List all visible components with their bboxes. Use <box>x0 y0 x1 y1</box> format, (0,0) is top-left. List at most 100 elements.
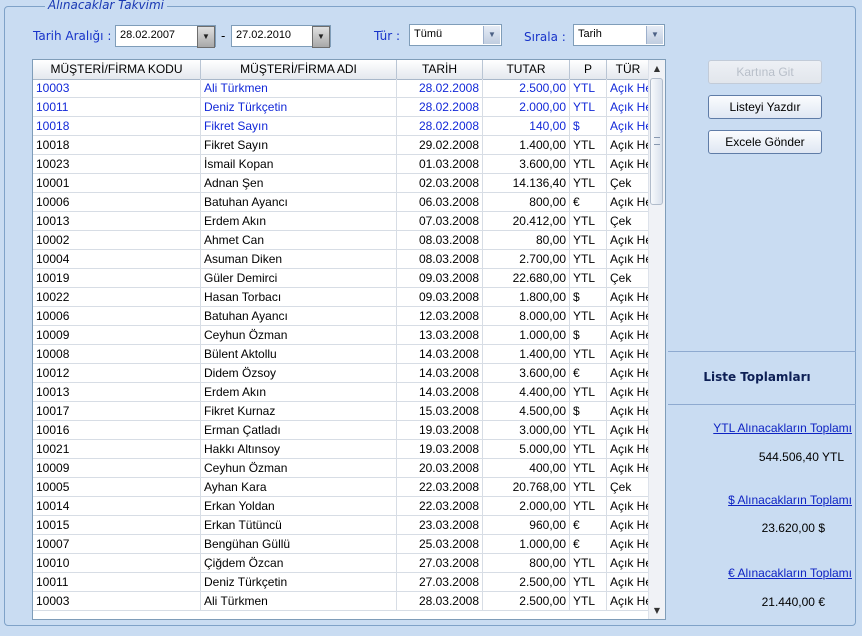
cell-name: Fikret Sayın <box>201 117 397 135</box>
cell-name: Deniz Türkçetin <box>201 98 397 116</box>
table-row[interactable]: 10013 Erdem Akın 07.03.2008 20.412,00 YTL Çek <box>33 212 650 231</box>
table-row[interactable]: 10011 Deniz Türkçetin 28.02.2008 2.000,00 YT… <box>33 98 650 117</box>
eur-total-link[interactable]: € Alınacakların Toplamı <box>668 566 852 580</box>
cell-amount: 3.600,00 <box>483 155 570 173</box>
table-row[interactable]: 10017 Fikret Kurnaz 15.03.2008 4.500,00 $ Açı… <box>33 402 650 421</box>
cell-name: Batuhan Ayancı <box>201 307 397 325</box>
cell-cur: YTL <box>570 269 607 287</box>
cell-cur: YTL <box>570 155 607 173</box>
table-row[interactable]: 10023 İsmail Kopan 01.03.2008 3.600,00 YTL Aç… <box>33 155 650 174</box>
receivables-table[interactable]: MÜŞTERİ/FİRMA KODU MÜŞTERİ/FİRMA ADI TAR… <box>32 59 666 620</box>
vertical-scrollbar[interactable]: ▲ ▼ <box>648 60 665 619</box>
cell-cur: € <box>570 193 607 211</box>
table-row[interactable]: 10019 Güler Demirci 09.03.2008 22.680,00 YTL… <box>33 269 650 288</box>
cell-code: 10003 <box>33 79 201 97</box>
table-row[interactable]: 10004 Asuman Diken 08.03.2008 2.700,00 YTL Aç… <box>33 250 650 269</box>
usd-total-value: 23.620,00 $ <box>761 521 825 535</box>
table-row[interactable]: 10018 Fikret Sayın 28.02.2008 140,00 $ Açık H… <box>33 117 650 136</box>
ytl-total-link[interactable]: YTL Alınacakların Toplamı <box>668 421 852 435</box>
table-row[interactable]: 10003 Ali Türkmen 28.03.2008 2.500,00 YTL Açı… <box>33 592 650 611</box>
date-from-picker[interactable]: 28.02.2007 ▼ <box>115 25 216 48</box>
cell-date: 06.03.2008 <box>397 193 483 211</box>
table-row[interactable]: 10018 Fikret Sayın 29.02.2008 1.400,00 YTL Aç… <box>33 136 650 155</box>
table-row[interactable]: 10009 Ceyhun Özman 20.03.2008 400,00 YTL Açık… <box>33 459 650 478</box>
table-row[interactable]: 10016 Erman Çatladı 19.03.2008 3.000,00 YTL A… <box>33 421 650 440</box>
cell-type: Açık Hesap <box>607 117 650 135</box>
cell-code: 10018 <box>33 117 201 135</box>
cell-code: 10021 <box>33 440 201 458</box>
cell-type: Açık Hesap <box>607 516 650 534</box>
table-row[interactable]: 10002Ahmet Can08.03.200880,00YTLAçık Hes… <box>33 231 650 250</box>
arrow-up-icon[interactable]: ▲ <box>649 60 665 77</box>
cell-name: Fikret Sayın <box>201 136 397 154</box>
cell-amount: 1.400,00 <box>483 345 570 363</box>
cell-amount: 960,00 <box>483 516 570 534</box>
cell-date: 28.03.2008 <box>397 592 483 610</box>
table-row[interactable]: 10009 Ceyhun Özman 13.03.2008 1.000,00 $ Açık… <box>33 326 650 345</box>
scroll-thumb[interactable] <box>650 78 663 205</box>
cell-name: Fikret Kurnaz <box>201 402 397 420</box>
table-row[interactable]: 10006 Batuhan Ayancı 06.03.2008 800,00 € Açık… <box>33 193 650 212</box>
summary-divider-top <box>668 351 856 352</box>
cell-type: Açık Hesap <box>607 535 650 553</box>
cell-code: 10006 <box>33 193 201 211</box>
cell-type: Açık Hesap <box>607 497 650 515</box>
table-row[interactable]: 10014 Erkan Yoldan 22.03.2008 2.000,00 YTL Aç… <box>33 497 650 516</box>
type-label: Tür : <box>374 29 401 43</box>
cell-code: 10008 <box>33 345 201 363</box>
table-row[interactable]: 10001 Adnan Şen 02.03.2008 14.136,40 YTL Çek <box>33 174 650 193</box>
summary-title: Liste Toplamları <box>703 370 811 384</box>
export-excel-button[interactable]: Excele Gönder <box>708 130 822 154</box>
header-code[interactable]: MÜŞTERİ/FİRMA KODU <box>33 60 201 79</box>
table-row[interactable]: 10010 Çiğdem Özcan 27.03.2008 800,00 YTL Açık… <box>33 554 650 573</box>
cell-cur: YTL <box>570 478 607 496</box>
usd-total-link[interactable]: $ Alınacakların Toplamı <box>668 493 852 507</box>
cell-type: Açık Hesap <box>607 440 650 458</box>
cell-cur: YTL <box>570 136 607 154</box>
table-row[interactable]: 10021 Hakkı Altınsoy 19.03.2008 5.000,00 YTL… <box>33 440 650 459</box>
date-separator: - <box>221 29 226 43</box>
cell-name: Adnan Şen <box>201 174 397 192</box>
cell-date: 25.03.2008 <box>397 535 483 553</box>
table-row[interactable]: 10013 Erdem Akın 14.03.2008 4.400,00 YTL Açık… <box>33 383 650 402</box>
cell-cur: YTL <box>570 174 607 192</box>
date-to-picker[interactable]: 27.02.2010 ▼ <box>231 25 331 48</box>
chevron-down-icon[interactable]: ▼ <box>483 26 500 44</box>
date-from-value: 28.02.2007 <box>120 29 176 41</box>
cell-amount: 400,00 <box>483 459 570 477</box>
cell-code: 10001 <box>33 174 201 192</box>
cell-code: 10016 <box>33 421 201 439</box>
header-currency[interactable]: P <box>570 60 607 79</box>
cell-type: Açık Hesap <box>607 250 650 268</box>
cell-type: Açık Hesap <box>607 98 650 116</box>
cell-date: 28.02.2008 <box>397 98 483 116</box>
go-to-card-button[interactable]: Kartına Git <box>708 60 822 84</box>
cell-name: Hakkı Altınsoy <box>201 440 397 458</box>
chevron-down-icon[interactable]: ▼ <box>646 26 663 44</box>
table-row[interactable]: 10003 Ali Türkmen 28.02.2008 2.500,00 YTL Açı… <box>33 79 650 98</box>
table-row[interactable]: 10011 Deniz Türkçetin 27.03.2008 2.500,00 YT… <box>33 573 650 592</box>
cell-type: Açık Hesap <box>607 554 650 572</box>
date-range-label: Tarih Aralığı : <box>33 29 112 43</box>
table-row[interactable]: 10012 Didem Özsoy 14.03.2008 3.600,00 € Açık … <box>33 364 650 383</box>
table-row[interactable]: 10007 Bengühan Güllü 25.03.2008 1.000,00 € Aç… <box>33 535 650 554</box>
type-select[interactable]: Tümü ▼ <box>409 24 502 46</box>
chevron-down-icon[interactable]: ▼ <box>197 26 215 48</box>
cell-code: 10013 <box>33 212 201 230</box>
sort-value: Tarih <box>578 28 602 40</box>
chevron-down-icon[interactable]: ▼ <box>312 26 330 48</box>
header-name[interactable]: MÜŞTERİ/FİRMA ADI <box>201 60 397 79</box>
header-date[interactable]: TARİH <box>397 60 483 79</box>
sort-select[interactable]: Tarih ▼ <box>573 24 665 46</box>
arrow-down-icon[interactable]: ▼ <box>649 602 665 619</box>
print-list-button[interactable]: Listeyi Yazdır <box>708 95 822 119</box>
header-amount[interactable]: TUTAR <box>483 60 570 79</box>
table-row[interactable]: 10008 Bülent Aktollu 14.03.2008 1.400,00 YTL… <box>33 345 650 364</box>
header-type[interactable]: TÜR <box>607 60 650 79</box>
cell-type: Açık Hesap <box>607 592 650 610</box>
cell-code: 10022 <box>33 288 201 306</box>
table-row[interactable]: 10022 Hasan Torbacı 09.03.2008 1.800,00 $ Açı… <box>33 288 650 307</box>
table-row[interactable]: 10005 Ayhan Kara 22.03.2008 20.768,00 YTL Çek <box>33 478 650 497</box>
table-row[interactable]: 10006 Batuhan Ayancı 12.03.2008 8.000,00 YTL… <box>33 307 650 326</box>
table-row[interactable]: 10015 Erkan Tütüncü 23.03.2008 960,00 € Açık … <box>33 516 650 535</box>
